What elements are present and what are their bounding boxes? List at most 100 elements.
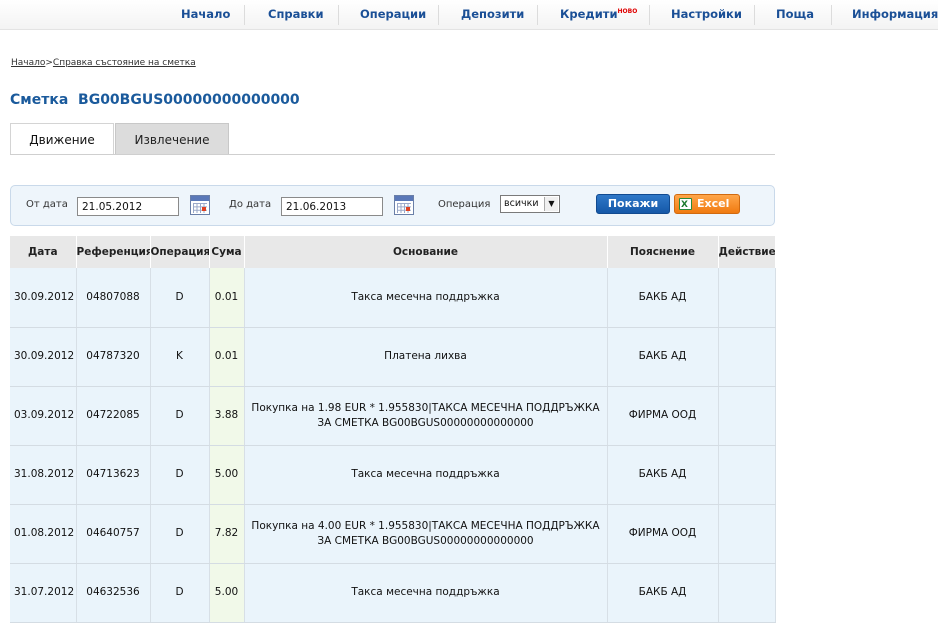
table-row[interactable]: 31.07.2012 04632536 D 5.00 Такса месечна… bbox=[10, 563, 776, 623]
table-row[interactable]: 03.09.2012 04722085 D 3.88 Покупка на 1.… bbox=[10, 386, 776, 446]
breadcrumb: Начало>Справка състояние на сметка bbox=[11, 58, 196, 68]
table-header-row: Дата Референция Операция Сума Основание … bbox=[10, 236, 776, 268]
cell-note: ФИРМА ООД bbox=[607, 386, 719, 446]
page-title: Сметка BG00BGUS00000000000000 bbox=[10, 92, 300, 108]
cell-date: 03.09.2012 bbox=[10, 386, 77, 446]
from-date-label: От дата bbox=[26, 199, 68, 210]
tab-statement[interactable]: Извлечение bbox=[115, 123, 229, 155]
cell-action[interactable] bbox=[718, 504, 776, 564]
cell-reason: Покупка на 1.98 EUR * 1.955830|ТАКСА МЕС… bbox=[244, 386, 608, 446]
column-header-amount[interactable]: Сума bbox=[209, 236, 245, 268]
to-date-label: До дата bbox=[229, 199, 272, 210]
tabs-divider bbox=[10, 154, 775, 155]
cell-operation: D bbox=[150, 268, 210, 328]
cell-reference: 04713623 bbox=[76, 445, 151, 505]
to-date-input[interactable] bbox=[281, 197, 383, 216]
nav-separator bbox=[754, 5, 755, 25]
cell-reason: Покупка на 4.00 EUR * 1.955830|ТАКСА МЕС… bbox=[244, 504, 608, 564]
top-navigation: Начало Справки Операции Депозити Кредити… bbox=[0, 0, 938, 30]
nav-home-label: Начало bbox=[181, 7, 231, 21]
cell-date: 30.09.2012 bbox=[10, 268, 77, 328]
cell-action[interactable] bbox=[718, 327, 776, 387]
nav-information-label: Информация bbox=[852, 7, 938, 21]
cell-amount: 0.01 bbox=[209, 268, 245, 328]
cell-reason: Платена лихва bbox=[244, 327, 608, 387]
cell-reference: 04640757 bbox=[76, 504, 151, 564]
column-header-note[interactable]: Пояснение bbox=[607, 236, 719, 268]
calendar-icon[interactable] bbox=[394, 195, 414, 215]
table-row[interactable]: 30.09.2012 04807088 D 0.01 Такса месечна… bbox=[10, 268, 776, 328]
cell-operation: D bbox=[150, 445, 210, 505]
nav-reports[interactable]: Справки bbox=[268, 7, 324, 23]
cell-amount: 7.82 bbox=[209, 504, 245, 564]
excel-export-button[interactable]: Excel bbox=[674, 194, 740, 214]
nav-separator bbox=[338, 5, 339, 25]
from-date-input[interactable] bbox=[77, 197, 179, 216]
breadcrumb-home-link[interactable]: Начало bbox=[11, 58, 45, 68]
cell-note: БАКБ АД bbox=[607, 445, 719, 505]
cell-action[interactable] bbox=[718, 268, 776, 328]
cell-operation: D bbox=[150, 563, 210, 623]
cell-note: БАКБ АД bbox=[607, 563, 719, 623]
nav-separator bbox=[649, 5, 650, 25]
transactions-table: Дата Референция Операция Сума Основание … bbox=[10, 236, 776, 623]
cell-action[interactable] bbox=[718, 445, 776, 505]
cell-action[interactable] bbox=[718, 563, 776, 623]
cell-date: 01.08.2012 bbox=[10, 504, 77, 564]
nav-information[interactable]: Информация bbox=[852, 7, 938, 23]
operation-select[interactable]: всички ▼ bbox=[500, 195, 560, 213]
cell-operation: K bbox=[150, 327, 210, 387]
cell-operation: D bbox=[150, 504, 210, 564]
cell-amount: 5.00 bbox=[209, 445, 245, 505]
cell-date: 31.08.2012 bbox=[10, 445, 77, 505]
column-header-reference[interactable]: Референция bbox=[76, 236, 151, 268]
nav-settings-label: Настройки bbox=[671, 7, 742, 21]
cell-note: БАКБ АД bbox=[607, 327, 719, 387]
cell-reference: 04632536 bbox=[76, 563, 151, 623]
operation-select-value: всички bbox=[504, 198, 539, 209]
column-header-reason[interactable]: Основание bbox=[244, 236, 608, 268]
cell-amount: 0.01 bbox=[209, 327, 245, 387]
cell-amount: 3.88 bbox=[209, 386, 245, 446]
breadcrumb-current-link[interactable]: Справка състояние на сметка bbox=[53, 58, 196, 68]
cell-reason: Такса месечна поддръжка bbox=[244, 563, 608, 623]
nav-mail[interactable]: Поща bbox=[776, 7, 814, 23]
table-row[interactable]: 30.09.2012 04787320 K 0.01 Платена лихва… bbox=[10, 327, 776, 387]
cell-action[interactable] bbox=[718, 386, 776, 446]
table-row[interactable]: 31.08.2012 04713623 D 5.00 Такса месечна… bbox=[10, 445, 776, 505]
cell-date: 30.09.2012 bbox=[10, 327, 77, 387]
nav-mail-label: Поща bbox=[776, 7, 814, 21]
nav-operations-label: Операции bbox=[360, 7, 427, 21]
cell-reason: Такса месечна поддръжка bbox=[244, 445, 608, 505]
filter-bar: От дата До дата Операция всички ▼ Покажи… bbox=[10, 185, 775, 226]
cell-note: ФИРМА ООД bbox=[607, 504, 719, 564]
nav-separator bbox=[244, 5, 245, 25]
excel-icon bbox=[679, 196, 692, 214]
nav-deposits-label: Депозити bbox=[461, 7, 525, 21]
cell-date: 31.07.2012 bbox=[10, 563, 77, 623]
nav-separator bbox=[438, 5, 439, 25]
account-number: BG00BGUS00000000000000 bbox=[78, 92, 300, 108]
cell-amount: 5.00 bbox=[209, 563, 245, 623]
nav-credits[interactable]: КредитиНОВО bbox=[560, 7, 637, 23]
nav-home[interactable]: Начало bbox=[181, 7, 230, 23]
calendar-icon[interactable] bbox=[190, 195, 210, 215]
operation-label: Операция bbox=[438, 199, 491, 210]
cell-note: БАКБ АД bbox=[607, 268, 719, 328]
column-header-action[interactable]: Действие bbox=[718, 236, 776, 268]
column-header-operation[interactable]: Операция bbox=[150, 236, 210, 268]
nav-separator bbox=[831, 5, 832, 25]
nav-operations[interactable]: Операции bbox=[360, 7, 426, 23]
cell-reference: 04787320 bbox=[76, 327, 151, 387]
show-button[interactable]: Покажи bbox=[596, 194, 670, 214]
column-header-date[interactable]: Дата bbox=[10, 236, 77, 268]
nav-deposits[interactable]: Депозити bbox=[461, 7, 524, 23]
nav-credits-label: Кредити bbox=[560, 7, 618, 21]
nav-settings[interactable]: Настройки bbox=[671, 7, 742, 23]
cell-reference: 04722085 bbox=[76, 386, 151, 446]
tab-movement[interactable]: Движение bbox=[10, 123, 114, 155]
cell-operation: D bbox=[150, 386, 210, 446]
table-row[interactable]: 01.08.2012 04640757 D 7.82 Покупка на 4.… bbox=[10, 504, 776, 564]
breadcrumb-separator: > bbox=[45, 58, 53, 68]
nav-separator bbox=[537, 5, 538, 25]
